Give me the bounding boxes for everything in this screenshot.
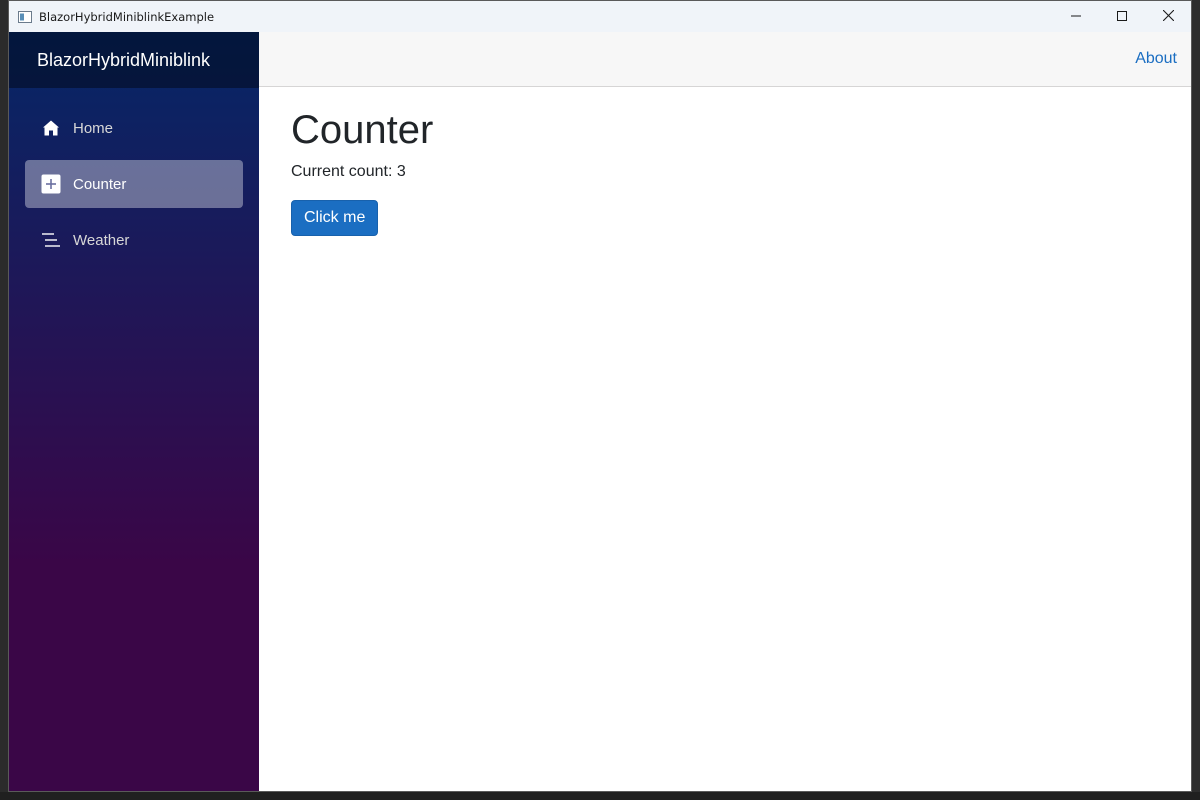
app-window: BlazorHybridMiniblinkExample BlazorHybri… xyxy=(8,0,1192,792)
brand-bar: BlazorHybridMiniblink xyxy=(9,32,259,88)
nav-menu: Home Counter Weather xyxy=(9,88,259,264)
sidebar-item-home[interactable]: Home xyxy=(25,104,243,152)
current-count-text: Current count: 3 xyxy=(291,163,406,180)
click-me-button[interactable]: Click me xyxy=(291,200,379,236)
sidebar-item-label: Home xyxy=(73,119,114,137)
about-link[interactable]: About xyxy=(1135,50,1177,68)
plus-icon xyxy=(41,174,61,194)
list-icon xyxy=(41,230,61,250)
desktop-background-right xyxy=(1192,0,1200,800)
top-row: About xyxy=(259,32,1191,87)
sidebar: BlazorHybridMiniblink Home Counter Weath… xyxy=(9,32,259,791)
minimize-button[interactable] xyxy=(1053,1,1099,32)
brand-link[interactable]: BlazorHybridMiniblink xyxy=(37,50,210,71)
app-icon xyxy=(17,9,33,25)
home-icon xyxy=(41,118,61,138)
desktop-background-left xyxy=(0,0,8,800)
desktop-background-bottom xyxy=(0,792,1200,800)
sidebar-item-weather[interactable]: Weather xyxy=(25,216,243,264)
minimize-icon xyxy=(1071,8,1081,26)
sidebar-item-counter[interactable]: Counter xyxy=(25,160,243,208)
main-content: Counter Current count: 3 Click me xyxy=(259,87,1191,236)
page-title: Counter xyxy=(291,108,434,152)
window-title: BlazorHybridMiniblinkExample xyxy=(39,9,215,24)
maximize-icon xyxy=(1117,8,1127,26)
close-icon xyxy=(1162,8,1174,26)
sidebar-item-label: Counter xyxy=(73,175,127,193)
close-button[interactable] xyxy=(1145,1,1191,32)
maximize-button[interactable] xyxy=(1099,1,1145,32)
caption-buttons xyxy=(1053,1,1191,32)
title-bar[interactable]: BlazorHybridMiniblinkExample xyxy=(9,1,1191,32)
sidebar-item-label: Weather xyxy=(73,231,130,249)
